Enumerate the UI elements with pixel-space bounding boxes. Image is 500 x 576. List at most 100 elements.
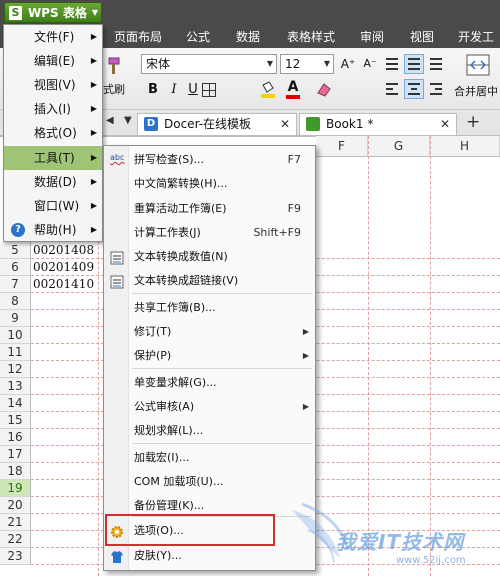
row-header[interactable]: 5 [0,242,31,259]
menu-item[interactable]: 修订(T) ▶ [104,320,315,344]
row-header[interactable]: 23 [0,548,31,565]
menu-separator [132,293,312,294]
row-header[interactable]: 18 [0,463,31,480]
menu-item[interactable]: 视图(V) ▶ [4,73,102,97]
tab-list-icon[interactable]: ▼ [124,115,132,126]
tab-view[interactable]: 视图 [410,28,434,45]
align-bottom-button[interactable] [426,54,446,74]
cell-value[interactable]: 00201410 [33,276,94,293]
row-header[interactable]: 19 [0,480,31,497]
doc-tab-docer[interactable]: D Docer-在线模板 ✕ [137,113,297,135]
font-color-button[interactable]: A [285,79,301,99]
column-header-f[interactable]: F [316,136,368,157]
row-header[interactable]: 13 [0,378,31,395]
row-header[interactable]: 20 [0,497,31,514]
format-painter-label[interactable]: 式刷 [103,81,125,97]
menu-item[interactable]: 中文简繁转换(H)... [104,172,315,196]
align-middle-button[interactable] [404,54,424,74]
wps-main-menu: 文件(F) ▶ 编辑(E) ▶ 视图(V) ▶ 插入(I) ▶ 格式(O) ▶ 工具(T) ▶ 数据(D… [3,24,103,242]
row-header[interactable]: 21 [0,514,31,531]
row-header[interactable]: 9 [0,310,31,327]
menu-item-label: 视图(V) [34,78,76,92]
increase-font-icon[interactable]: A⁺ [340,55,356,73]
menu-item[interactable]: 重算活动工作簿(E) F9 [104,197,315,221]
merge-center-label[interactable]: 合并居中 [454,83,498,99]
cell-value[interactable]: 00201408 [33,242,94,259]
menu-item[interactable]: 工具(T) ▶ [4,146,102,170]
row-header[interactable]: 15 [0,412,31,429]
column-header-g[interactable]: G [368,136,430,157]
menu-item[interactable]: 文本转换成数值(N) [104,245,315,269]
font-size-select[interactable]: 12 ▼ [280,54,334,74]
menu-item-label: 重算活动工作簿(E) [134,202,227,215]
font-color-swatch [286,95,300,99]
row-header[interactable]: 16 [0,429,31,446]
align-center-button[interactable] [404,79,424,99]
italic-button[interactable]: I [166,81,182,99]
doc-tab-label: Docer-在线模板 [164,117,252,131]
font-size-value: 12 [285,57,301,71]
menu-item[interactable]: 计算工作表(J) Shift+F9 [104,221,315,245]
spell-check-icon: abc [110,153,125,162]
underline-button[interactable]: U [185,81,201,99]
align-right-button[interactable] [426,79,446,99]
menu-item-label: 中文简繁转换(H)... [134,177,228,190]
row-header[interactable]: 6 [0,259,31,276]
decrease-font-icon[interactable]: A⁻ [362,55,378,73]
font-name-select[interactable]: 宋体 ▼ [141,54,277,74]
row-header[interactable]: 7 [0,276,31,293]
row-header[interactable]: 22 [0,531,31,548]
merge-center-icon[interactable] [466,54,490,76]
menu-item[interactable]: 规划求解(L)... [104,419,315,443]
doc-tab-book1[interactable]: Book1 * ✕ [299,113,457,135]
menu-item-label: 格式(O) [34,126,77,140]
cell-value[interactable]: 00201409 [33,259,94,276]
tab-table-styles[interactable]: 表格样式 [287,28,335,45]
border-icon[interactable] [202,83,216,97]
new-tab-button[interactable]: + [466,112,480,132]
menu-item[interactable]: 单变量求解(G)... [104,371,315,395]
tab-review[interactable]: 审阅 [360,28,384,45]
wps-menu-button[interactable]: S WPS 表格 ▼ [4,2,102,23]
menu-item[interactable]: COM 加载项(U)... [104,470,315,494]
tab-formulas[interactable]: 公式 [186,28,210,45]
menu-item[interactable]: 插入(I) ▶ [4,97,102,121]
clear-format-icon[interactable] [316,81,332,99]
menu-item-label: 公式审核(A) [134,400,195,413]
tab-data[interactable]: 数据 [236,28,260,45]
row-header[interactable]: 12 [0,361,31,378]
menu-item[interactable]: 文件(F) ▶ [4,25,102,49]
column-header-h[interactable]: H [430,136,500,157]
row-header[interactable]: 8 [0,293,31,310]
menu-item[interactable]: 保护(P) ▶ [104,344,315,368]
row-header[interactable]: 14 [0,395,31,412]
convert-number-icon [110,250,124,265]
menu-separator [132,368,312,369]
menu-item[interactable]: 格式(O) ▶ [4,121,102,145]
menu-item[interactable]: 编辑(E) ▶ [4,49,102,73]
chevron-down-icon: ▼ [266,59,273,68]
bold-button[interactable]: B [145,81,161,99]
menu-item[interactable]: 文本转换成超链接(V) [104,269,315,293]
menu-item-label: 工具(T) [34,151,75,165]
menu-item[interactable]: ? 帮助(H) ▶ [4,218,102,242]
chevron-right-icon: ▶ [302,327,309,336]
fill-color-icon[interactable] [260,81,276,99]
tab-page-layout[interactable]: 页面布局 [114,28,162,45]
align-top-button[interactable] [382,54,402,74]
close-icon[interactable]: ✕ [440,114,450,134]
menu-item[interactable]: 共享工作簿(B)... [104,296,315,320]
close-icon[interactable]: ✕ [280,114,290,134]
tab-scroll-left-icon[interactable]: ◀ [106,115,114,126]
format-painter-icon[interactable] [103,56,123,76]
menu-item[interactable]: 窗口(W) ▶ [4,194,102,218]
align-left-button[interactable] [382,79,402,99]
menu-item[interactable]: abc 拼写检查(S)... F7 [104,148,315,172]
menu-item[interactable]: 皮肤(Y)... [104,544,315,568]
menu-item[interactable]: 数据(D) ▶ [4,170,102,194]
row-header[interactable]: 11 [0,344,31,361]
menu-item[interactable]: 加载宏(I)... [104,446,315,470]
row-header[interactable]: 10 [0,327,31,344]
row-header[interactable]: 17 [0,446,31,463]
menu-item[interactable]: 公式审核(A) ▶ [104,395,315,419]
